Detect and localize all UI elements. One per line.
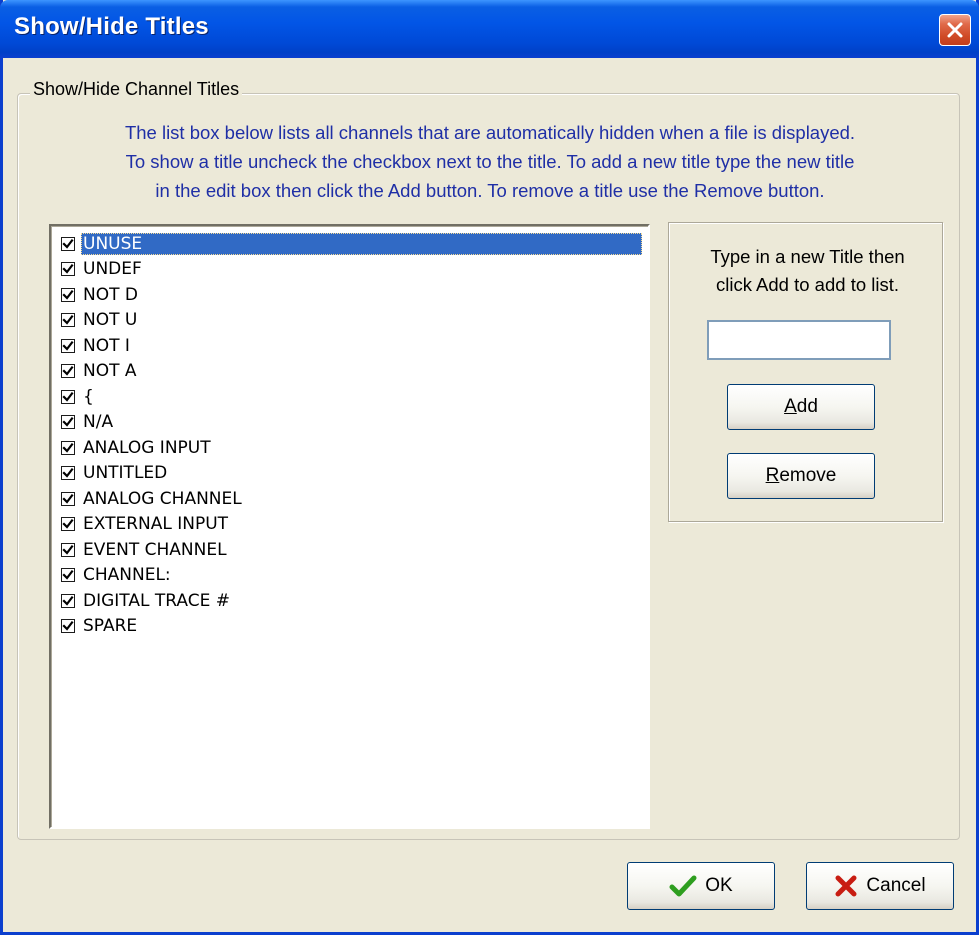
remove-mnemonic: R	[765, 465, 780, 486]
checkbox[interactable]	[61, 262, 75, 277]
checkbox[interactable]	[61, 491, 75, 506]
close-icon	[947, 22, 963, 38]
checkbox[interactable]	[61, 542, 75, 557]
list-item-label: NOT U	[83, 310, 138, 331]
checkbox[interactable]	[61, 313, 75, 328]
hint-line: click Add to add to list.	[715, 274, 900, 295]
checkbox[interactable]	[61, 440, 75, 455]
list-item-label: N/A	[83, 412, 114, 433]
list-item[interactable]: CHANNEL:	[61, 563, 642, 589]
cancel-x-icon	[835, 875, 857, 897]
ok-button[interactable]: OK	[627, 862, 775, 910]
description-line: The list box below lists all channels th…	[124, 122, 856, 143]
ok-label: OK	[705, 875, 733, 896]
description-text: The list box below lists all channels th…	[40, 118, 940, 205]
checkbox[interactable]	[61, 593, 75, 608]
list-item[interactable]: UNTITLED	[61, 461, 642, 487]
list-item[interactable]: NOT I	[61, 333, 642, 359]
list-item[interactable]: {	[61, 384, 642, 410]
cancel-button[interactable]: Cancel	[806, 862, 954, 910]
checkbox[interactable]	[61, 466, 75, 481]
list-item-label: SPARE	[83, 616, 138, 637]
add-mnemonic: A	[784, 396, 797, 417]
checkbox[interactable]	[61, 236, 75, 251]
add-label-rest: dd	[796, 396, 818, 417]
list-item-label: EVENT CHANNEL	[83, 539, 227, 560]
list-item[interactable]: NOT A	[61, 359, 642, 385]
remove-label-rest: emove	[779, 465, 837, 486]
list-item-label: NOT A	[83, 361, 137, 382]
checkbox[interactable]	[61, 415, 75, 430]
list-item-label: UNDEF	[83, 259, 142, 280]
add-button[interactable]: Add	[727, 384, 875, 430]
list-item[interactable]: DIGITAL TRACE #	[61, 588, 642, 614]
list-item-label: ANALOG INPUT	[83, 437, 211, 458]
list-item[interactable]: N/A	[61, 410, 642, 436]
list-item[interactable]: NOT U	[61, 308, 642, 334]
list-item-label: CHANNEL:	[83, 565, 171, 586]
list-item[interactable]: EVENT CHANNEL	[61, 537, 642, 563]
checkbox[interactable]	[61, 619, 75, 634]
list-item-label: {	[83, 386, 94, 407]
window-title: Show/Hide Titles	[14, 13, 209, 40]
checkbox[interactable]	[61, 517, 75, 532]
title-bar[interactable]: Show/Hide Titles	[0, 0, 979, 58]
checkbox[interactable]	[61, 568, 75, 583]
list-item[interactable]: ANALOG INPUT	[61, 435, 642, 461]
checkbox[interactable]	[61, 389, 75, 404]
description-line: To show a title uncheck the checkbox nex…	[125, 151, 855, 172]
remove-button[interactable]: Remove	[727, 453, 875, 499]
hint-line: Type in a new Title then	[710, 246, 905, 267]
hidden-titles-listbox[interactable]: UNUSE UNDEF NOT D NOT U NOT I NOT A { N/A ANALOG…	[49, 224, 650, 829]
cancel-label: Cancel	[866, 875, 926, 896]
list-item[interactable]: EXTERNAL INPUT	[61, 512, 642, 538]
list-item[interactable]: UNUSE	[61, 231, 642, 257]
list-item-label: NOT D	[83, 284, 138, 305]
checkbox[interactable]	[61, 338, 75, 353]
list-item-label: EXTERNAL INPUT	[83, 514, 229, 535]
checkbox[interactable]	[61, 364, 75, 379]
checkbox[interactable]	[61, 287, 75, 302]
close-button[interactable]	[939, 14, 971, 46]
list-item-label: ANALOG CHANNEL	[83, 488, 242, 509]
list-item[interactable]: NOT D	[61, 282, 642, 308]
list-item-label: UNUSE	[81, 232, 642, 255]
groupbox-legend: Show/Hide Channel Titles	[30, 79, 243, 100]
list-item[interactable]: SPARE	[61, 614, 642, 640]
add-title-hint: Type in a new Title then click Add to ad…	[675, 243, 940, 299]
checkmark-icon	[669, 875, 697, 897]
list-item[interactable]: ANALOG CHANNEL	[61, 486, 642, 512]
list-item-label: DIGITAL TRACE #	[83, 590, 230, 611]
list-item-label: UNTITLED	[83, 463, 168, 484]
list-item-label: NOT I	[83, 335, 130, 356]
list-item[interactable]: UNDEF	[61, 257, 642, 283]
new-title-input[interactable]	[707, 320, 891, 360]
description-line: in the edit box then click the Add butto…	[155, 180, 825, 201]
